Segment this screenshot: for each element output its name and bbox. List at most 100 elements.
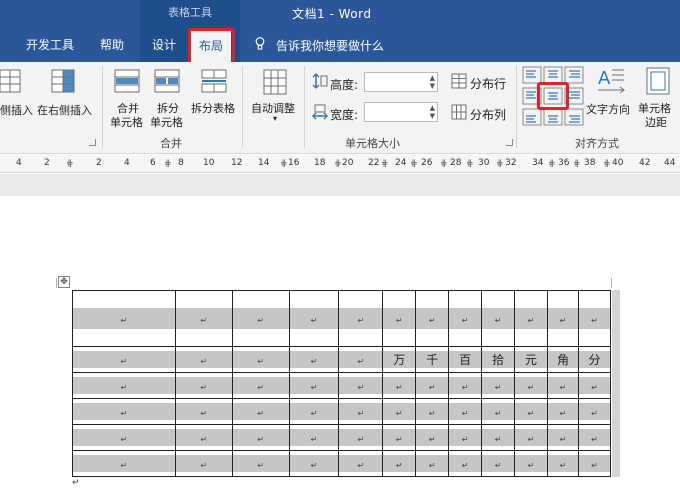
table-cell[interactable]: ↵ <box>72 372 176 399</box>
spin-arrows-icon[interactable]: ▲ ▼ <box>430 104 435 120</box>
table-cell[interactable]: ↵ <box>174 450 233 477</box>
table-cell[interactable]: ↵ <box>231 346 290 373</box>
distribute-rows-button[interactable]: 分布行 <box>470 75 506 92</box>
split-table-button[interactable]: 拆分表格 <box>191 100 235 116</box>
table-cell[interactable]: ↵ <box>288 424 340 451</box>
table-cell[interactable]: ↵ <box>382 424 417 451</box>
table-cell[interactable]: ↵ <box>231 398 290 425</box>
table-cell[interactable]: ↵ <box>448 424 483 451</box>
table-cell[interactable]: ↵ <box>577 290 612 347</box>
merge-cells-label-2[interactable]: 单元格 <box>110 114 143 130</box>
table-cell[interactable]: ↵ <box>288 450 340 477</box>
unit-cell-yuan[interactable]: 元 <box>514 346 548 373</box>
ruler-marker-icon[interactable]: ⋕ <box>603 159 611 169</box>
spin-arrows-icon[interactable]: ▲ ▼ <box>430 74 435 90</box>
table-cell[interactable]: ↵ <box>514 290 548 347</box>
table-cell[interactable]: ↵ <box>72 290 176 347</box>
table-cell[interactable]: ↵ <box>174 424 233 451</box>
dialog-launcher-icon[interactable] <box>506 139 513 146</box>
table-cell[interactable]: ↵ <box>174 398 233 425</box>
table-cell[interactable]: ↵ <box>481 450 516 477</box>
document-table[interactable]: ↵ ↵ ↵ ↵ ↵ ↵ ↵ ↵ ↵ ↵ ↵ ↵ ↵ ↵ ↵ ↵ ↵ 万 千 百 … <box>72 290 612 477</box>
table-cell[interactable]: ↵ <box>415 424 450 451</box>
distribute-columns-button[interactable]: 分布列 <box>470 106 506 123</box>
ruler-marker-icon[interactable]: ⋕ <box>280 159 288 169</box>
table-cell[interactable]: ↵ <box>288 290 340 347</box>
table-cell[interactable]: ↵ <box>577 424 612 451</box>
unit-cell-fen[interactable]: 分 <box>577 346 612 373</box>
table-cell[interactable]: ↵ <box>288 372 340 399</box>
table-cell[interactable]: ↵ <box>382 450 417 477</box>
table-cell[interactable]: ↵ <box>448 290 483 347</box>
table-cell[interactable]: ↵ <box>577 372 612 399</box>
table-cell[interactable]: ↵ <box>72 424 176 451</box>
dialog-launcher-icon[interactable] <box>89 139 96 146</box>
table-cell[interactable]: ↵ <box>382 290 417 347</box>
insert-right-button[interactable]: 在右侧插入 <box>37 102 92 118</box>
table-cell[interactable]: ↵ <box>338 290 384 347</box>
table-cell[interactable]: ↵ <box>448 398 483 425</box>
ruler-marker-icon[interactable]: ⋕ <box>496 159 504 169</box>
width-input[interactable]: ▲ ▼ <box>364 102 438 122</box>
ruler-marker-icon[interactable]: ⋕ <box>466 159 474 169</box>
table-cell[interactable]: ↵ <box>514 398 548 425</box>
table-cell[interactable]: ↵ <box>288 346 340 373</box>
table-cell[interactable]: ↵ <box>415 372 450 399</box>
unit-cell-qian[interactable]: 千 <box>415 346 450 373</box>
table-cell[interactable]: ↵ <box>382 398 417 425</box>
table-cell[interactable]: ↵ <box>547 372 579 399</box>
ruler-marker-icon[interactable]: ⋕ <box>548 159 556 169</box>
table-cell[interactable]: ↵ <box>547 450 579 477</box>
table-cell[interactable]: ↵ <box>174 346 233 373</box>
table-cell[interactable]: ↵ <box>547 398 579 425</box>
table-cell[interactable]: ↵ <box>174 372 233 399</box>
tab-design[interactable]: 设计 <box>152 36 176 53</box>
table-cell[interactable]: ↵ <box>547 424 579 451</box>
table-cell[interactable]: ↵ <box>481 372 516 399</box>
ruler-marker-icon[interactable]: ⋕ <box>573 159 581 169</box>
table-move-handle-icon[interactable]: ✥ <box>58 276 70 288</box>
ruler-marker-icon[interactable]: ⋕ <box>410 159 418 169</box>
table-cell[interactable]: ↵ <box>288 398 340 425</box>
table-cell[interactable]: ↵ <box>338 372 384 399</box>
split-cells-label-2[interactable]: 单元格 <box>150 114 183 130</box>
table-cell[interactable]: ↵ <box>415 398 450 425</box>
table-cell[interactable]: ↵ <box>338 450 384 477</box>
table-cell[interactable]: ↵ <box>514 424 548 451</box>
table-cell[interactable]: ↵ <box>231 290 290 347</box>
horizontal-ruler[interactable]: 4 2 ⋕ 2 4 6 ⋕ 8 10 12 14 ⋕ 16 18 ⋕ 20 22… <box>0 155 680 173</box>
table-cell[interactable]: ↵ <box>338 398 384 425</box>
table-cell[interactable]: ↵ <box>415 290 450 347</box>
table-cell[interactable]: ↵ <box>448 372 483 399</box>
ruler-marker-icon[interactable]: ⋕ <box>164 159 172 169</box>
height-input[interactable]: ▲ ▼ <box>364 72 438 92</box>
tab-developer[interactable]: 开发工具 <box>26 36 74 53</box>
table-cell[interactable]: ↵ <box>231 424 290 451</box>
ruler-marker-icon[interactable]: ⋕ <box>66 159 74 169</box>
table-cell[interactable]: ↵ <box>547 290 579 347</box>
table-cell[interactable]: ↵ <box>577 450 612 477</box>
table-cell[interactable]: ↵ <box>514 372 548 399</box>
cell-margins-label-2[interactable]: 边距 <box>645 114 667 130</box>
ruler-marker-icon[interactable]: ⋕ <box>440 159 448 169</box>
table-cell[interactable]: ↵ <box>415 450 450 477</box>
text-direction-button[interactable]: 文字方向 <box>586 101 630 117</box>
table-cell[interactable]: ↵ <box>72 398 176 425</box>
chevron-down-icon[interactable]: ▾ <box>273 114 277 123</box>
table-cell[interactable]: ↵ <box>174 290 233 347</box>
ruler-marker-icon[interactable]: ⋕ <box>334 159 342 169</box>
table-cell[interactable]: ↵ <box>577 398 612 425</box>
tab-help[interactable]: 帮助 <box>100 36 124 53</box>
ruler-marker-icon[interactable]: ⋕ <box>381 159 389 169</box>
table-cell[interactable]: ↵ <box>338 346 384 373</box>
table-cell[interactable]: ↵ <box>448 450 483 477</box>
table-cell[interactable]: ↵ <box>231 450 290 477</box>
table-cell[interactable]: ↵ <box>481 424 516 451</box>
table-cell[interactable]: ↵ <box>481 398 516 425</box>
table-cell[interactable]: ↵ <box>231 372 290 399</box>
unit-cell-shi[interactable]: 拾 <box>481 346 516 373</box>
table-cell[interactable]: ↵ <box>514 450 548 477</box>
unit-cell-jiao[interactable]: 角 <box>547 346 579 373</box>
table-cell[interactable]: ↵ <box>481 290 516 347</box>
unit-cell-wan[interactable]: 万 <box>382 346 417 373</box>
